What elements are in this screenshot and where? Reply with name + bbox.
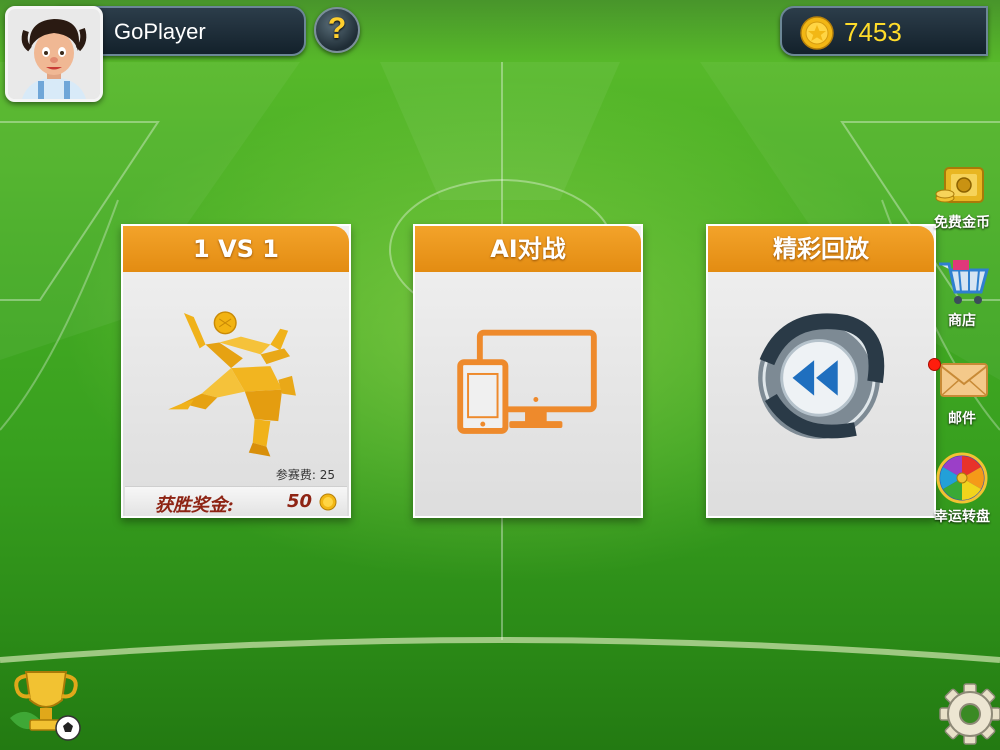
tablet-and-monitor-icon	[457, 329, 597, 434]
entry-fee-value: 25	[319, 468, 335, 482]
free-coins-button[interactable]: 免费金币	[924, 158, 1000, 232]
bicycle-kick-player-icon	[168, 311, 296, 457]
trophy-button[interactable]	[6, 664, 86, 744]
film-rewind-icon	[758, 313, 885, 439]
cartoon-player-avatar-icon	[8, 9, 100, 99]
player-avatar[interactable]	[5, 6, 103, 102]
gold-coin-icon	[800, 16, 834, 50]
envelope-icon	[940, 363, 988, 397]
mode-title: 1 VS 1	[123, 226, 349, 272]
gold-coin-icon	[319, 493, 337, 511]
shopping-cart-icon	[939, 260, 989, 304]
side-item-label: 免费金币	[934, 215, 990, 231]
coin-count: 7453	[844, 17, 902, 47]
mode-card-1v1[interactable]: 1 VS 1 参赛费: 25 获胜奖金: 50	[121, 224, 351, 518]
lucky-wheel-button[interactable]: 幸运转盘	[924, 452, 1000, 526]
gear-icon	[939, 683, 1000, 745]
entry-fee-label: 参赛费:	[275, 468, 316, 482]
reward-label: 获胜奖金:	[155, 495, 234, 516]
notification-dot	[928, 358, 941, 371]
player-name: GoPlayer	[114, 19, 206, 44]
side-item-label: 邮件	[948, 411, 976, 427]
mode-card-ai[interactable]: AI对战	[413, 224, 643, 518]
question-mark-icon: ?	[327, 12, 347, 45]
reward-value: 50	[287, 491, 313, 512]
lucky-wheel-icon	[936, 452, 988, 504]
settings-button[interactable]	[938, 680, 1000, 746]
mode-card-replay[interactable]: 精彩回放	[706, 224, 936, 518]
mode-title: AI对战	[415, 226, 641, 272]
trophy-icon	[10, 671, 81, 741]
help-button[interactable]: ?	[314, 7, 360, 53]
coin-balance: 7453	[780, 6, 988, 56]
shop-button[interactable]: 商店	[924, 256, 1000, 330]
reward-bar: 获胜奖金: 50	[125, 486, 347, 516]
side-item-label: 商店	[948, 313, 976, 329]
mail-button[interactable]: 邮件	[924, 354, 1000, 428]
entry-fee: 参赛费: 25	[276, 466, 335, 483]
gold-safe-icon	[935, 167, 984, 203]
mode-title: 精彩回放	[708, 226, 934, 272]
side-item-label: 幸运转盘	[934, 509, 990, 525]
